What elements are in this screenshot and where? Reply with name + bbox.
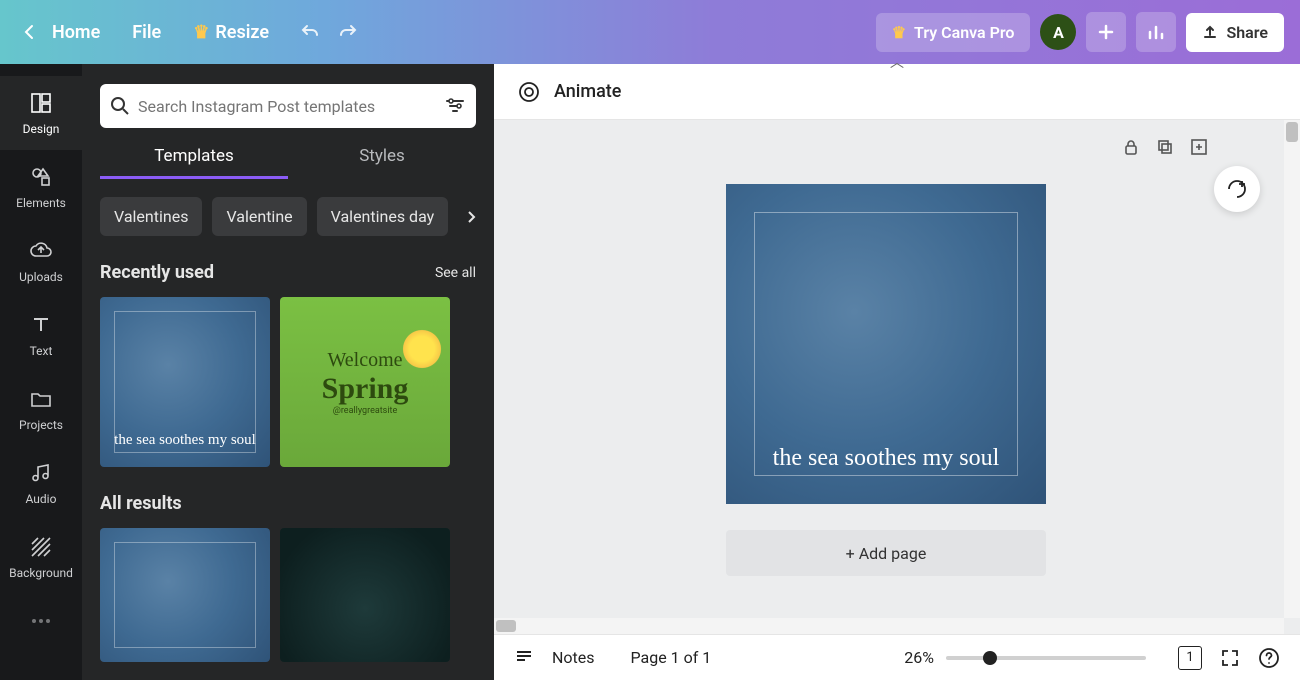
scrollbar-horizontal[interactable] [494, 618, 1284, 634]
notes-button[interactable]: Notes [552, 648, 595, 667]
scrollbar-vertical[interactable] [1284, 120, 1300, 618]
template-thumb-sea[interactable]: the sea soothes my soul [100, 297, 270, 467]
zoom-slider[interactable] [946, 656, 1146, 660]
rail-label: Background [9, 566, 73, 580]
main-area: Animate the sea soothes my soul + Add pa… [494, 64, 1300, 680]
rail-uploads[interactable]: Uploads [0, 224, 82, 298]
design-icon [28, 90, 54, 116]
background-icon [28, 534, 54, 560]
add-page-button[interactable]: + Add page [726, 530, 1046, 576]
rail-label: Uploads [19, 270, 63, 284]
fullscreen-icon[interactable] [1220, 648, 1240, 668]
thumb-caption: the sea soothes my soul [114, 432, 256, 449]
back-icon[interactable] [16, 18, 44, 46]
templates-panel: Templates Styles Valentines Valentine Va… [82, 64, 494, 680]
page-count-badge[interactable]: 1 [1178, 646, 1202, 670]
crown-icon: ♛ [892, 23, 906, 42]
ai-generate-button[interactable] [1214, 166, 1260, 212]
canvas-toolbar: Animate [494, 64, 1300, 120]
projects-icon [28, 386, 54, 412]
new-page-icon[interactable] [1190, 138, 1208, 156]
rail-label: Audio [26, 492, 57, 506]
share-button[interactable]: Share [1186, 13, 1284, 52]
analytics-button[interactable] [1136, 12, 1176, 52]
canvas-page[interactable]: the sea soothes my soul [726, 184, 1046, 504]
zoom-value: 26% [904, 648, 934, 667]
audio-icon [28, 460, 54, 486]
chip-row: Valentines Valentine Valentines day [100, 197, 476, 236]
animate-icon[interactable] [518, 81, 540, 103]
rail-elements[interactable]: Elements [0, 150, 82, 224]
see-all-link[interactable]: See all [435, 265, 476, 281]
resize-label: Resize [215, 22, 269, 43]
chip-valentines[interactable]: Valentines [100, 197, 202, 236]
expand-pages-icon[interactable]: ︿ [890, 52, 904, 72]
add-member-button[interactable] [1086, 12, 1126, 52]
thumb-line: Welcome [327, 349, 402, 372]
stage: the sea soothes my soul + Add page [494, 120, 1300, 634]
home-link[interactable]: Home [52, 22, 100, 43]
chip-valentines-day[interactable]: Valentines day [317, 197, 449, 236]
animate-button[interactable]: Animate [554, 81, 621, 102]
recent-heading: Recently used See all [100, 262, 476, 283]
more-icon [28, 608, 54, 634]
flower-icon [400, 327, 444, 371]
template-thumb-plastic[interactable] [280, 528, 450, 662]
search-box[interactable] [100, 84, 476, 128]
upload-icon [1202, 24, 1218, 40]
footer: ︿ Notes Page 1 of 1 26% 1 [494, 634, 1300, 680]
redo-button[interactable] [335, 19, 361, 45]
rail-label: Text [30, 344, 53, 358]
rail-text[interactable]: Text [0, 298, 82, 372]
tab-styles[interactable]: Styles [288, 146, 476, 179]
notes-icon[interactable] [514, 648, 534, 668]
rail-design[interactable]: Design [0, 76, 82, 150]
template-thumb-sea-2[interactable] [100, 528, 270, 662]
rail-label: Projects [19, 418, 63, 432]
resize-button[interactable]: ♛ Resize [193, 22, 269, 43]
filter-icon[interactable] [444, 95, 466, 117]
share-label: Share [1226, 23, 1268, 42]
left-rail: Design Elements Uploads Text Projects Au… [0, 64, 82, 680]
all-results-title: All results [100, 493, 182, 514]
try-pro-label: Try Canva Pro [914, 23, 1014, 42]
help-icon[interactable] [1258, 647, 1280, 669]
crown-icon: ♛ [193, 22, 209, 43]
page-indicator: Page 1 of 1 [631, 648, 712, 667]
uploads-icon [28, 238, 54, 264]
search-icon [110, 96, 130, 116]
rail-audio[interactable]: Audio [0, 446, 82, 520]
rail-projects[interactable]: Projects [0, 372, 82, 446]
template-thumb-spring[interactable]: Welcome Spring @reallygreatsite [280, 297, 450, 467]
allresults-heading: All results [100, 493, 476, 514]
text-icon [28, 312, 54, 338]
file-menu[interactable]: File [132, 22, 161, 43]
chip-scroll-right[interactable] [460, 206, 476, 228]
thumb-line: Spring [322, 372, 409, 406]
chip-valentine[interactable]: Valentine [212, 197, 306, 236]
rail-background[interactable]: Background [0, 520, 82, 594]
lock-icon[interactable] [1122, 138, 1140, 156]
try-pro-button[interactable]: ♛ Try Canva Pro [876, 13, 1031, 52]
undo-button[interactable] [297, 19, 323, 45]
panel-tabs: Templates Styles [100, 146, 476, 179]
search-input[interactable] [138, 97, 436, 116]
rail-label: Design [23, 122, 60, 136]
rail-label: Elements [16, 196, 66, 210]
canvas-text[interactable]: the sea soothes my soul [726, 445, 1046, 472]
thumb-line: @reallygreatsite [333, 406, 397, 416]
topbar: Home File ♛ Resize ♛ Try Canva Pro A Sha… [0, 0, 1300, 64]
rail-more[interactable] [0, 594, 82, 648]
avatar[interactable]: A [1040, 14, 1076, 50]
tab-templates[interactable]: Templates [100, 146, 288, 179]
duplicate-icon[interactable] [1156, 138, 1174, 156]
recent-title: Recently used [100, 262, 214, 283]
elements-icon [28, 164, 54, 190]
